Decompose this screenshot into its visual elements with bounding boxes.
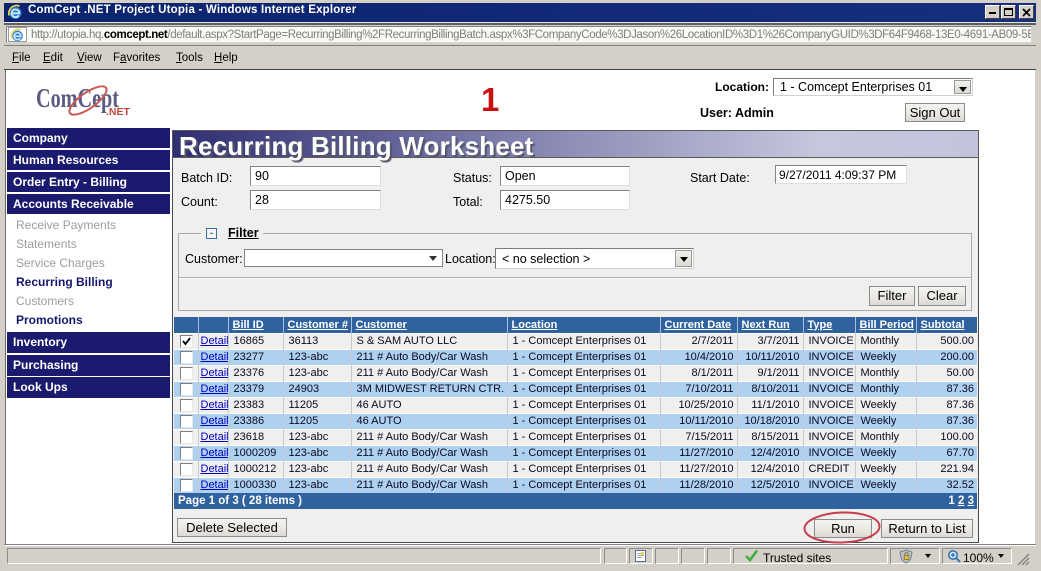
svg-text:.NET: .NET [106,106,131,118]
